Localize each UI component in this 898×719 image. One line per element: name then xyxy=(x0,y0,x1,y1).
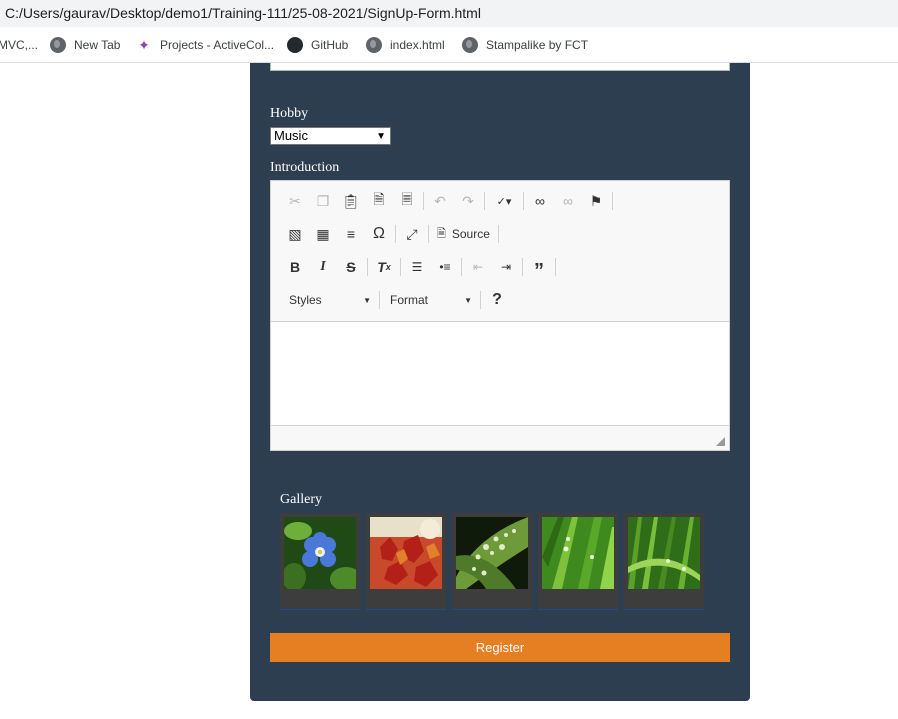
resize-handle-icon[interactable] xyxy=(716,437,725,446)
cut-icon[interactable]: ✂ xyxy=(281,188,309,214)
register-button[interactable]: Register xyxy=(270,633,730,662)
format-dropdown[interactable]: Format ▼ xyxy=(382,287,478,313)
signup-form-panel: Hobby Music ▼ Introduction ✂ ❐ 📋︎ 🗎 🗏 ↶ … xyxy=(250,63,750,701)
toolbar-separator xyxy=(428,225,429,243)
toolbar-separator xyxy=(395,225,396,243)
source-button[interactable]: 🗎 Source xyxy=(431,221,496,247)
toolbar-separator xyxy=(367,258,368,276)
redo-icon[interactable]: ↷ xyxy=(454,188,482,214)
bookmark-label: Stampalike by FCT xyxy=(486,38,589,52)
bookmark-projects[interactable]: ✦ Projects - ActiveCol... xyxy=(136,37,274,53)
red-maple-leaves-image xyxy=(370,517,442,589)
bookmark-stampalike[interactable]: Stampalike by FCT xyxy=(462,37,588,53)
special-char-omega-icon[interactable]: Ω xyxy=(365,221,393,247)
github-icon xyxy=(287,37,303,53)
paste-text-icon[interactable]: 🗎 xyxy=(365,188,393,214)
toolbar-separator xyxy=(497,225,499,243)
bold-icon[interactable]: B xyxy=(281,254,309,280)
globe-icon xyxy=(50,37,66,53)
chevron-down-icon: ▼ xyxy=(376,131,386,142)
copy-icon[interactable]: ❐ xyxy=(309,188,337,214)
paste-icon[interactable]: 📋︎ xyxy=(337,188,365,214)
bookmark-new-tab[interactable]: New Tab xyxy=(50,37,120,53)
globe-icon xyxy=(462,37,478,53)
anchor-flag-icon[interactable]: ⚑ xyxy=(582,188,610,214)
activecollab-icon: ✦ xyxy=(138,37,150,53)
toolbar-row-clipboard: ✂ ❐ 📋︎ 🗎 🗏 ↶ ↷ ✓▾ ∞ ∞ ⚑ xyxy=(281,188,615,214)
address-bar[interactable]: C:/Users/gaurav/Desktop/demo1/Training-1… xyxy=(0,0,898,27)
blue-flower-image xyxy=(284,517,356,589)
toolbar-row-format: B I S Tx ☰ •≡ ⇤ ⇥ ” xyxy=(281,254,558,282)
green-grass-drops-image xyxy=(542,517,614,589)
bookmark-label: New Tab xyxy=(74,38,121,52)
grass-blades-image xyxy=(628,517,700,589)
gallery-label: Gallery xyxy=(280,492,322,507)
hobby-label: Hobby xyxy=(270,106,309,121)
toolbar-separator xyxy=(484,192,485,210)
gallery-item-5[interactable] xyxy=(624,513,704,610)
spellcheck-icon[interactable]: ✓▾ xyxy=(487,188,521,214)
bookmarks-bar: MVC,... New Tab ✦ Projects - ActiveCol..… xyxy=(0,27,898,63)
bulleted-list-icon[interactable]: •≡ xyxy=(431,254,459,280)
bookmark-label: MVC,... xyxy=(0,38,39,52)
url-text: C:/Users/gaurav/Desktop/demo1/Training-1… xyxy=(5,5,481,21)
blockquote-icon[interactable]: ” xyxy=(525,254,553,282)
bookmark-mvc[interactable]: MVC,... xyxy=(0,37,38,53)
toolbar-row-styles: Styles ▼ Format ▼ ? xyxy=(281,287,511,313)
globe-icon xyxy=(366,37,382,53)
introduction-label: Introduction xyxy=(270,160,340,175)
bookmark-label: GitHub xyxy=(311,38,349,52)
horizontal-line-icon[interactable]: ≡ xyxy=(337,221,365,247)
gallery-item-3[interactable] xyxy=(452,513,532,610)
toolbar-separator xyxy=(461,258,462,276)
dewy-leaf-image xyxy=(456,517,528,589)
hobby-select[interactable]: Music ▼ xyxy=(270,127,391,145)
gallery xyxy=(280,513,710,610)
bookmark-label: index.html xyxy=(390,38,445,52)
toolbar-separator xyxy=(522,258,523,276)
rich-text-editor: ✂ ❐ 📋︎ 🗎 🗏 ↶ ↷ ✓▾ ∞ ∞ ⚑ ▧ ▦ ≡ Ω ⤢ � xyxy=(270,180,730,451)
previous-text-input[interactable] xyxy=(270,63,730,71)
indent-icon[interactable]: ⇥ xyxy=(492,254,520,280)
bookmark-label: Projects - ActiveCol... xyxy=(160,38,275,52)
chevron-down-icon: ▼ xyxy=(464,296,472,305)
table-icon[interactable]: ▦ xyxy=(309,221,337,247)
image-icon[interactable]: ▧ xyxy=(281,221,309,247)
source-icon: 🗎 xyxy=(437,227,446,240)
gallery-item-1[interactable] xyxy=(280,513,360,610)
unlink-icon[interactable]: ∞ xyxy=(554,188,582,214)
toolbar-row-insert: ▧ ▦ ≡ Ω ⤢ 🗎 Source xyxy=(281,221,501,247)
register-label: Register xyxy=(475,640,525,655)
numbered-list-icon[interactable]: ☰ xyxy=(403,254,431,280)
help-icon[interactable]: ? xyxy=(483,287,511,313)
italic-icon[interactable]: I xyxy=(309,254,337,280)
toolbar-separator xyxy=(523,192,524,210)
styles-dropdown[interactable]: Styles ▼ xyxy=(281,287,377,313)
remove-format-icon[interactable]: Tx xyxy=(370,254,398,280)
format-label: Format xyxy=(390,293,429,307)
bookmark-github[interactable]: GitHub xyxy=(287,37,348,53)
toolbar-separator xyxy=(480,291,481,309)
editor-content-area[interactable] xyxy=(271,321,729,426)
undo-icon[interactable]: ↶ xyxy=(426,188,454,214)
styles-label: Styles xyxy=(289,293,322,307)
strikethrough-icon[interactable]: S xyxy=(337,254,365,280)
outdent-icon[interactable]: ⇤ xyxy=(464,254,492,280)
toolbar-separator xyxy=(379,291,380,309)
link-icon[interactable]: ∞ xyxy=(526,188,554,214)
chevron-down-icon: ▼ xyxy=(363,296,371,305)
hobby-selected-value: Music xyxy=(274,128,308,143)
maximize-icon[interactable]: ⤢ xyxy=(398,221,426,247)
toolbar-separator xyxy=(555,258,556,276)
toolbar-separator xyxy=(612,192,613,210)
bookmark-index[interactable]: index.html xyxy=(366,37,445,53)
paste-word-icon[interactable]: 🗏 xyxy=(393,188,421,214)
gallery-item-4[interactable] xyxy=(538,513,618,610)
source-label: Source xyxy=(451,227,490,241)
gallery-item-2[interactable] xyxy=(366,513,446,610)
toolbar-separator xyxy=(400,258,401,276)
toolbar-separator xyxy=(423,192,424,210)
